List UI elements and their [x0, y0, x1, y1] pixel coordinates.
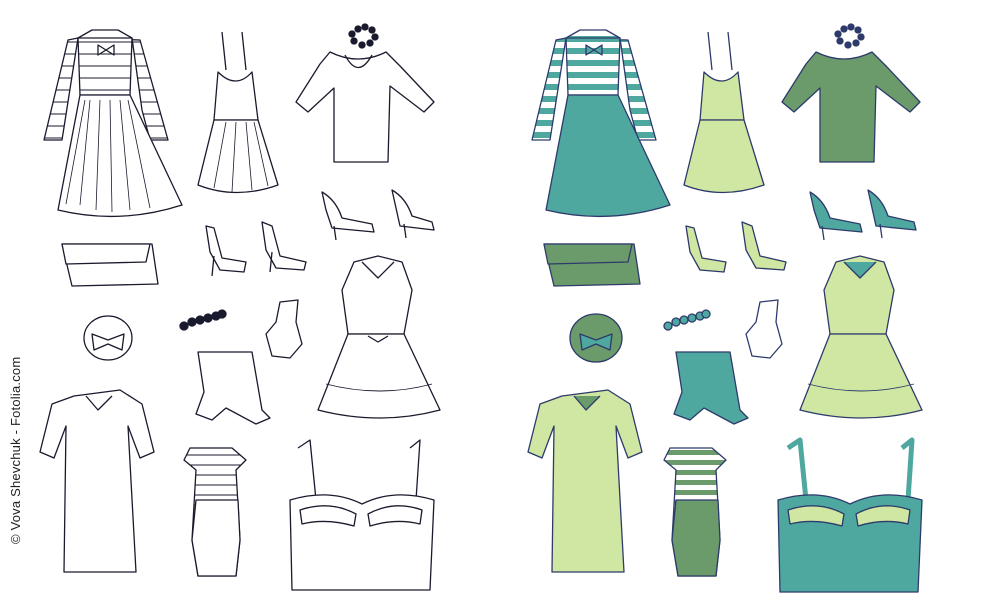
stock-id-label: © Vova Shevchuk - Fotolia.com	[8, 356, 23, 544]
clutch-bag	[61, 243, 159, 287]
puff-sleeve-dress-colored	[527, 389, 643, 573]
clutch-bag-colored	[543, 243, 641, 287]
line-art-set	[39, 23, 441, 591]
ankle-strap-heels-colored	[685, 221, 787, 273]
long-sleeve-top-colored	[781, 51, 921, 163]
long-sleeve-top	[295, 51, 435, 163]
pumps-pair-bow-colored	[809, 189, 917, 241]
hat-box	[83, 315, 133, 361]
stockings-panty	[195, 351, 271, 425]
striped-pencil-dress	[183, 447, 247, 577]
ankle-strap-heels	[205, 221, 307, 277]
striped-pencil-dress-colored	[663, 447, 727, 577]
striped-pleated-dress	[43, 29, 183, 218]
pumps-pair-bow	[321, 189, 435, 241]
bead-necklace	[348, 23, 379, 49]
bead-necklace-colored	[834, 23, 865, 49]
hat-box-colored	[569, 313, 623, 363]
bustier-top	[289, 439, 435, 591]
collar-dress	[317, 255, 441, 419]
striped-pleated-dress-colored	[531, 29, 671, 218]
strap-sundress	[197, 31, 279, 194]
colored-set	[527, 23, 923, 593]
stockings-panty-colored	[673, 351, 749, 425]
strap-sundress-colored	[683, 31, 765, 194]
puff-sleeve-dress	[39, 389, 155, 573]
collar-dress-colored	[799, 255, 923, 419]
bead-bracelet	[179, 309, 227, 331]
bustier-top-colored	[777, 437, 923, 593]
lace-glove	[265, 299, 303, 359]
fashion-illustration	[39, 23, 923, 593]
lace-glove-colored	[745, 299, 783, 359]
bead-bracelet-colored	[663, 309, 711, 331]
